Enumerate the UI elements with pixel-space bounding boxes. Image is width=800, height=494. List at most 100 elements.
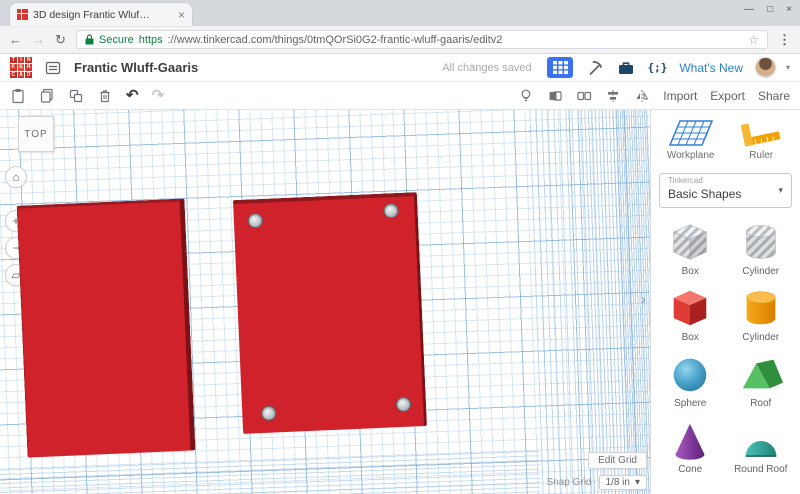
delete-trash-icon[interactable] [97,88,113,104]
shape-label: Cone [678,464,703,475]
view-cube[interactable]: TOP [18,116,54,152]
align-icon[interactable] [605,88,621,104]
refresh-icon[interactable]: ↻ [55,33,66,46]
shape-tile-round-roof[interactable]: Round Roof [726,417,797,475]
workplane-tool[interactable]: Workplane [666,118,715,161]
snap-caret-icon: ▾ [634,477,640,488]
logo-letter: C [10,71,17,79]
tinkercad-logo[interactable]: TIN KER CAD [10,56,32,79]
workplane-label: Workplane [666,150,715,161]
whats-new-link[interactable]: What's New [679,61,743,75]
copy-icon[interactable] [39,88,55,104]
shape-tile-roof[interactable]: Roof [726,351,797,409]
back-icon[interactable]: ← [9,33,22,46]
logo-letter: I [17,56,25,64]
logo-letter: A [17,71,25,79]
minecraft-pickaxe-icon[interactable] [583,57,605,79]
avatar-caret-icon[interactable]: ▾ [786,63,790,72]
panel-collapse-handle[interactable]: › [637,286,650,312]
edit-toolbar: ↶ ↷ Import Export Share [0,82,800,110]
logo-letter: N [25,56,32,64]
shape-tile-box-hole[interactable]: Box [655,219,726,277]
redo-icon[interactable]: ↷ [152,88,165,103]
sphere-icon [673,358,707,392]
undo-icon[interactable]: ↶ [126,88,139,103]
briefcase-icon[interactable] [615,57,637,79]
tinkercad-favicon [17,9,28,20]
mirror-flip-icon[interactable] [634,88,650,104]
export-button[interactable]: Export [710,89,745,103]
tab-strip: 3D design Frantic Wluf… × — □ × [0,0,800,26]
address-bar[interactable]: Secure https ://www.tinkercad.com/things… [75,30,768,49]
tab-close-icon[interactable]: × [178,9,185,21]
snap-grid-select[interactable]: 1/8 in ▾ [598,475,647,490]
shape-tile-sphere[interactable]: Sphere [655,351,726,409]
roof-icon [742,359,783,389]
codeblocks-icon[interactable]: {;} [647,61,667,74]
shape-label: Roof [750,398,772,409]
group-icon[interactable] [547,88,563,104]
shape-category-dropdown[interactable]: Tinkercad Basic Shapes ▾ [659,173,792,208]
shape-label: Box [681,332,699,343]
shapes-panel: Workplane Ruler Tinkercad Basic Shapes ▾… [650,110,800,494]
forward-icon[interactable]: → [32,33,45,46]
panel-tools: Workplane Ruler [651,110,800,166]
cone-icon [675,423,705,460]
shape-tile-cylinder[interactable]: Cylinder [726,285,797,343]
secure-label: Secure [98,33,134,46]
red-plate-with-holes[interactable] [232,192,428,434]
ruler-icon [741,123,781,147]
plate-hole [395,396,412,413]
shape-tile-box[interactable]: Box [655,285,726,343]
url-scheme: https [138,33,163,46]
logo-letter: K [10,64,17,71]
design-menu-icon[interactable] [42,57,64,79]
browser-window: 3D design Frantic Wluf… × — □ × ← → ↻ Se… [0,0,800,494]
tab-title: 3D design Frantic Wluf… [33,8,150,21]
edit-grid-button[interactable]: Edit Grid [588,452,647,469]
secure-lock-icon [85,34,94,45]
main-area: TOP ⌂ + − ▱ Edit Grid Snap Grid 1/8 in ▾… [0,110,800,494]
import-button[interactable]: Import [663,89,697,103]
shape-label: Round Roof [734,464,788,475]
window-close-icon[interactable]: × [786,4,792,15]
window-maximize-icon[interactable]: □ [767,4,773,15]
shape-tile-cylinder-hole[interactable]: Cylinder [726,219,797,277]
cylinder-icon [746,291,776,325]
grid-icon [552,61,568,74]
workplane-icon [668,120,713,146]
category-caret-icon: ▾ [778,185,783,195]
duplicate-icon[interactable] [68,88,84,104]
design-title[interactable]: Frantic Wluff-Gaaris [74,60,198,75]
category-brand-label: Tinkercad [668,176,703,185]
show-all-bulb-icon[interactable] [518,88,534,104]
user-avatar[interactable] [754,57,776,78]
design-canvas[interactable]: TOP ⌂ + − ▱ Edit Grid Snap Grid 1/8 in ▾… [0,110,650,494]
cylinder-hole-icon [746,225,776,259]
box-icon [673,290,707,326]
shape-tile-cone[interactable]: Cone [655,417,726,475]
browser-menu-icon[interactable]: ⋮ [778,32,791,48]
paste-icon[interactable] [10,88,26,104]
share-button[interactable]: Share [758,89,790,103]
save-status: All changes saved [442,61,532,74]
blocks-grid-button[interactable] [547,57,574,78]
bookmark-star-icon[interactable]: ☆ [748,33,759,47]
ruler-tool[interactable]: Ruler [738,118,784,161]
browser-navbar: ← → ↻ Secure https ://www.tinkercad.com/… [0,26,800,54]
logo-letter: T [10,56,17,64]
red-plate-left[interactable] [16,198,196,458]
ruler-label: Ruler [749,150,774,161]
browser-tab[interactable]: 3D design Frantic Wluf… × [10,3,192,26]
app-header: TIN KER CAD Frantic Wluff-Gaaris All cha… [0,54,800,82]
snap-grid-row: Snap Grid 1/8 in ▾ [546,475,647,490]
plate-hole [383,202,399,219]
ungroup-icon[interactable] [576,88,592,104]
window-controls: — □ × [744,4,792,15]
window-minimize-icon[interactable]: — [744,4,754,15]
shape-gallery: Box Cylinder Box Cylinder Sphere Roof Co… [651,211,800,483]
plate-hole [260,405,277,422]
snap-grid-label: Snap Grid [546,477,592,488]
round-roof-icon [745,440,777,457]
home-view-button[interactable]: ⌂ [5,166,27,188]
